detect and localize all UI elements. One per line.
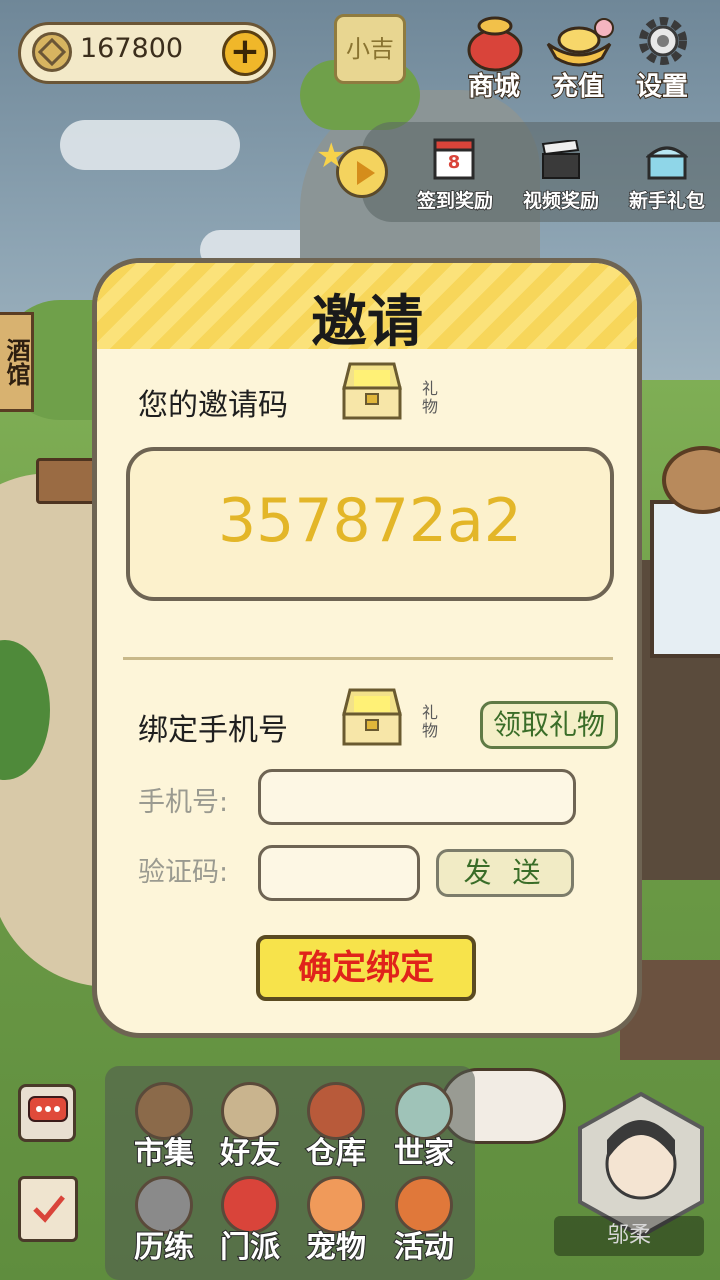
menu-item-label: 好友 bbox=[219, 1135, 281, 1172]
menu-item-0[interactable]: 市集 bbox=[118, 1078, 210, 1178]
cloud bbox=[60, 120, 240, 170]
fortune-button[interactable]: 小吉 bbox=[334, 14, 406, 84]
video-reward-label: 视频奖励 bbox=[522, 189, 600, 213]
bind-phone-label: 绑定手机号 bbox=[138, 713, 288, 748]
dialog-title: 邀请 bbox=[311, 290, 423, 355]
video-reward-button[interactable]: 视频奖励 bbox=[506, 132, 616, 216]
money-bag-icon bbox=[467, 16, 523, 72]
settings-label: 设置 bbox=[635, 71, 689, 103]
checkin-reward-label: 签到奖励 bbox=[416, 189, 494, 213]
player-name: 邬柔 bbox=[554, 1216, 704, 1256]
phone-input[interactable] bbox=[258, 769, 576, 825]
hut-wall bbox=[650, 500, 720, 658]
menu-item-6[interactable]: 宠物 bbox=[290, 1172, 382, 1272]
gold-ingot-icon bbox=[546, 18, 614, 67]
menu-item-5[interactable]: 门派 bbox=[204, 1172, 296, 1272]
divider bbox=[123, 657, 613, 660]
invite-code: 357872a2 bbox=[218, 486, 522, 556]
menu-item-label: 宠物 bbox=[305, 1229, 367, 1266]
add-coins-button[interactable]: + bbox=[222, 30, 268, 76]
confirm-bind-button[interactable]: 确定绑定 bbox=[256, 935, 476, 1001]
menu-item-2[interactable]: 仓库 bbox=[290, 1078, 382, 1178]
chat-button[interactable] bbox=[18, 1084, 76, 1142]
treasure-chest-icon bbox=[646, 146, 688, 180]
clapperboard-icon bbox=[541, 140, 580, 179]
chat-bubble-icon bbox=[28, 1096, 68, 1122]
phone-label: 手机号: bbox=[138, 787, 229, 818]
gift-chest-icon bbox=[342, 688, 402, 746]
newbie-gift-label: 新手礼包 bbox=[628, 189, 706, 213]
menu-item-label: 活动 bbox=[393, 1229, 455, 1266]
gift-note: 礼物 bbox=[422, 703, 439, 740]
menu-item-label: 历练 bbox=[133, 1229, 195, 1266]
menu-item-4[interactable]: 历练 bbox=[118, 1172, 210, 1272]
menu-item-label: 门派 bbox=[219, 1229, 281, 1266]
star-icon: ★ bbox=[316, 136, 347, 176]
claim-gift-button[interactable]: 领取礼物 bbox=[480, 701, 618, 749]
shop-label: 商城 bbox=[467, 71, 521, 103]
checkin-reward-button[interactable]: 8 签到奖励 bbox=[400, 132, 510, 216]
calendar-day: 8 bbox=[447, 152, 461, 173]
menu-item-label: 世家 bbox=[393, 1135, 455, 1172]
newbie-gift-button[interactable]: 新手礼包 bbox=[612, 132, 720, 216]
settings-button[interactable]: 设置 bbox=[614, 10, 710, 106]
shop-button[interactable]: 商城 bbox=[446, 10, 542, 106]
invite-code-label: 您的邀请码 bbox=[138, 388, 288, 423]
task-button[interactable] bbox=[18, 1176, 78, 1242]
verify-code-input[interactable] bbox=[258, 845, 420, 901]
menu-item-3[interactable]: 世家 bbox=[378, 1078, 470, 1178]
gift-chest-icon bbox=[342, 362, 402, 420]
checkmark-icon bbox=[33, 1195, 65, 1223]
menu-item-label: 仓库 bbox=[305, 1135, 367, 1172]
coin-amount: 167800 bbox=[80, 33, 184, 64]
gear-icon bbox=[639, 17, 687, 65]
menu-item-1[interactable]: 好友 bbox=[204, 1078, 296, 1178]
menu-item-7[interactable]: 活动 bbox=[378, 1172, 470, 1272]
recharge-button[interactable]: 充值 bbox=[530, 10, 626, 106]
coin-icon bbox=[32, 32, 72, 72]
recharge-label: 充值 bbox=[551, 71, 605, 103]
gift-note: 礼物 bbox=[422, 379, 439, 416]
verify-code-label: 验证码: bbox=[138, 857, 229, 888]
send-code-button[interactable]: 发 送 bbox=[436, 849, 574, 897]
tavern-sign[interactable]: 酒馆 bbox=[0, 312, 34, 412]
menu-item-label: 市集 bbox=[133, 1135, 195, 1172]
